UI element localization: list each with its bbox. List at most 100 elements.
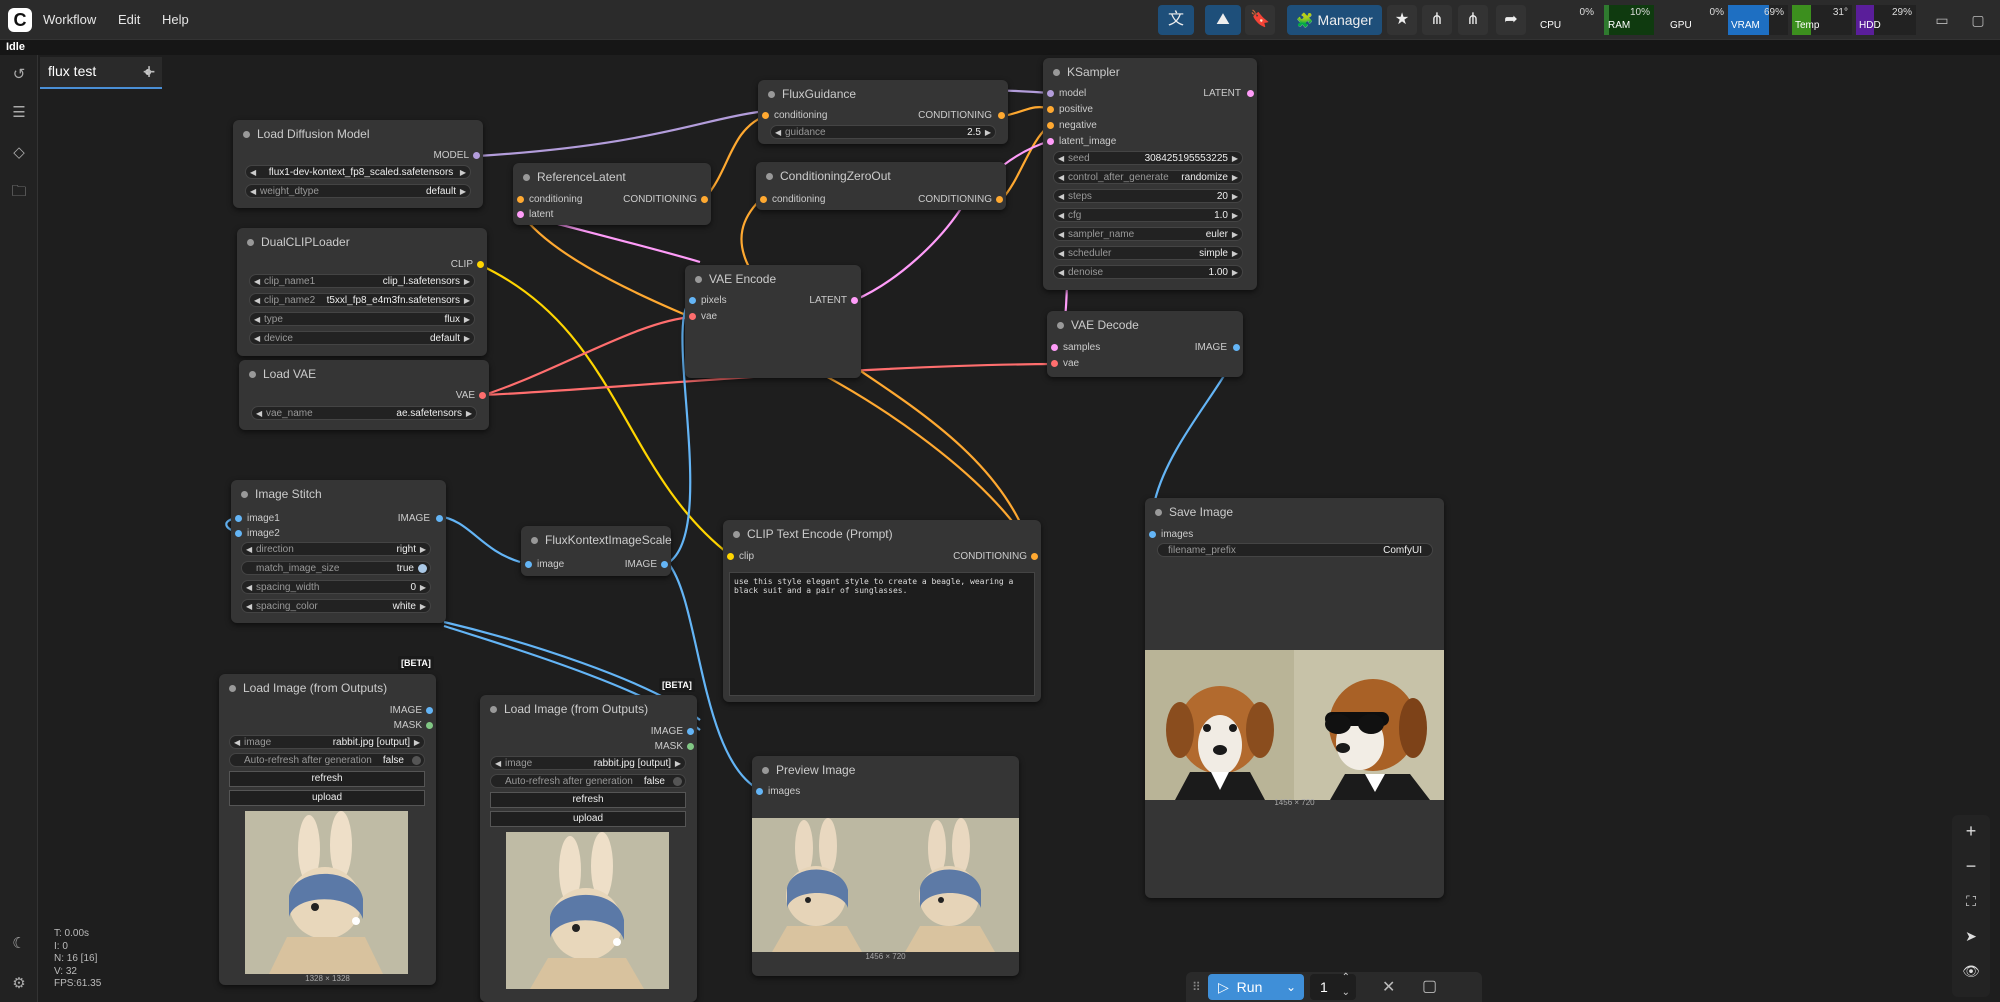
output-dot[interactable] xyxy=(436,515,443,522)
output-dot[interactable] xyxy=(426,707,433,714)
output-dot[interactable] xyxy=(851,297,858,304)
zoom-in-icon[interactable]: + xyxy=(1955,817,1987,845)
node-dual-clip-loader[interactable]: DualCLIPLoader CLIP ◀ clip_name1 clip_l.sa… xyxy=(237,228,487,356)
stop-square-icon[interactable]: ▢ xyxy=(1422,976,1437,996)
node-load-image-1[interactable]: Load Image (from Outputs) IMAGE MASK ◀ im… xyxy=(219,674,436,985)
output-dot[interactable] xyxy=(996,196,1003,203)
drag-handle-icon[interactable]: ⠿ xyxy=(1192,980,1201,994)
node-vae-encode[interactable]: VAE Encode pixels vae LATENT xyxy=(685,265,861,378)
node-clip-text-encode[interactable]: CLIP Text Encode (Prompt) clip CONDITION… xyxy=(723,520,1041,702)
node-save-image[interactable]: Save Image images filename_prefix ComfyUI… xyxy=(1145,498,1444,898)
widget-spacing-color[interactable]: ◀ spacing_color white ▶ xyxy=(241,599,431,613)
input-dot[interactable] xyxy=(1051,344,1058,351)
output-dot[interactable] xyxy=(479,392,486,399)
widget-unet-name[interactable]: ◀ flux1-dev-kontext_fp8_scaled.safetensor… xyxy=(245,165,471,179)
refresh-button[interactable]: refresh xyxy=(490,792,686,808)
output-dot[interactable] xyxy=(687,728,694,735)
output-dot[interactable] xyxy=(661,561,668,568)
node-flux-kontext-image-scale[interactable]: FluxKontextImageScale image IMAGE xyxy=(521,526,672,576)
input-dot[interactable] xyxy=(689,297,696,304)
input-dot[interactable] xyxy=(756,788,763,795)
upload-button[interactable]: upload xyxy=(229,790,425,806)
output-dot[interactable] xyxy=(1031,553,1038,560)
node-load-diffusion-model[interactable]: Load Diffusion Model MODEL ◀ flux1-dev-ko… xyxy=(233,120,483,208)
input-dot[interactable] xyxy=(760,196,767,203)
widget-sampler-name[interactable]: ◀ sampler_name euler ▶ xyxy=(1053,227,1243,241)
input-dot[interactable] xyxy=(1047,122,1054,129)
decrement-icon[interactable]: ⌄ xyxy=(1342,987,1350,998)
widget-denoise[interactable]: ◀ denoise 1.00 ▶ xyxy=(1053,265,1243,279)
cancel-icon[interactable]: ✕ xyxy=(1382,977,1395,997)
perf-stats: T: 0.00s I: 0 N: 16 [16] V: 32 FPS:61.35 xyxy=(54,928,101,991)
widget-weight-dtype[interactable]: ◀ weight_dtype default ▶ xyxy=(245,184,471,198)
loaded-image-rabbit[interactable] xyxy=(506,832,669,989)
node-reference-latent[interactable]: ReferenceLatent conditioning latent COND… xyxy=(513,163,711,225)
input-dot[interactable] xyxy=(1047,106,1054,113)
input-dot[interactable] xyxy=(525,561,532,568)
node-vae-decode[interactable]: VAE Decode samples vae IMAGE xyxy=(1047,311,1243,377)
input-dot[interactable] xyxy=(235,530,242,537)
toggle-links-eye-icon[interactable]: 👁 xyxy=(1955,957,1987,985)
widget-type[interactable]: ◀ type flux ▶ xyxy=(249,312,475,326)
widget-cfg[interactable]: ◀ cfg 1.0 ▶ xyxy=(1053,208,1243,222)
input-dot[interactable] xyxy=(1149,531,1156,538)
batch-count-input[interactable]: 1 ⌃ ⌄ xyxy=(1310,972,1356,1000)
node-title: ReferenceLatent xyxy=(513,163,711,191)
node-title: Preview Image xyxy=(752,756,1019,784)
widget-auto-refresh[interactable]: Auto-refresh after generation false xyxy=(229,753,425,767)
output-image-beagles[interactable] xyxy=(1145,650,1444,800)
widget-control-after-generate[interactable]: ◀ control_after_generate randomize ▶ xyxy=(1053,170,1243,184)
loaded-image-rabbit[interactable] xyxy=(245,811,408,974)
widget-vae-name[interactable]: ◀ vae_name ae.safetensors ▶ xyxy=(251,406,477,420)
node-flux-guidance[interactable]: FluxGuidance conditioning CONDITIONING ◀… xyxy=(758,80,1008,144)
input-dot[interactable] xyxy=(235,515,242,522)
widget-auto-refresh[interactable]: Auto-refresh after generation false xyxy=(490,774,686,788)
run-options-chevron-down-icon[interactable]: ⌄ xyxy=(1278,974,1304,1000)
widget-image-select[interactable]: ◀ image rabbit.jpg [output] ▶ xyxy=(229,735,425,749)
prompt-text-area[interactable]: use this style elegant style to create a… xyxy=(729,572,1035,696)
widget-steps[interactable]: ◀ steps 20 ▶ xyxy=(1053,189,1243,203)
widget-clip-name2[interactable]: ◀ clip_name2 t5xxl_fp8_e4m3fn.safetensors ▶ xyxy=(249,293,475,307)
image-dimensions: 1456 × 720 xyxy=(865,952,906,961)
node-image-stitch[interactable]: Image Stitch image1 image2 IMAGE ◀ direct… xyxy=(231,480,446,623)
input-dot[interactable] xyxy=(517,211,524,218)
output-dot[interactable] xyxy=(998,112,1005,119)
input-dot[interactable] xyxy=(727,553,734,560)
widget-device[interactable]: ◀ device default ▶ xyxy=(249,331,475,345)
widget-direction[interactable]: ◀ direction right ▶ xyxy=(241,542,431,556)
node-load-vae[interactable]: Load VAE VAE ◀ vae_name ae.safetensors ▶ xyxy=(239,360,489,430)
widget-scheduler[interactable]: ◀ scheduler simple ▶ xyxy=(1053,246,1243,260)
input-dot[interactable] xyxy=(689,313,696,320)
run-button[interactable]: ▷ Run xyxy=(1208,974,1278,1000)
output-dot[interactable] xyxy=(426,722,433,729)
widget-filename-prefix[interactable]: filename_prefix ComfyUI xyxy=(1157,543,1433,557)
upload-button[interactable]: upload xyxy=(490,811,686,827)
widget-seed[interactable]: ◀ seed 308425195553225 ▶ xyxy=(1053,151,1243,165)
input-dot[interactable] xyxy=(517,196,524,203)
widget-match-image-size[interactable]: match_image_size true xyxy=(241,561,431,575)
zoom-out-icon[interactable]: − xyxy=(1955,852,1987,880)
refresh-button[interactable]: refresh xyxy=(229,771,425,787)
output-dot[interactable] xyxy=(473,152,480,159)
input-dot[interactable] xyxy=(1051,360,1058,367)
node-preview-image[interactable]: Preview Image images 1456 × 720 xyxy=(752,756,1019,976)
output-dot[interactable] xyxy=(687,743,694,750)
widget-clip-name1[interactable]: ◀ clip_name1 clip_l.safetensors ▶ xyxy=(249,274,475,288)
output-dot[interactable] xyxy=(1247,90,1254,97)
output-dot[interactable] xyxy=(1233,344,1240,351)
node-load-image-2[interactable]: Load Image (from Outputs) IMAGE MASK ◀ im… xyxy=(480,695,697,1002)
increment-icon[interactable]: ⌃ xyxy=(1342,972,1350,983)
fit-view-icon[interactable]: ⛶ xyxy=(1955,887,1987,915)
output-dot[interactable] xyxy=(477,261,484,268)
select-mode-icon[interactable]: ➤ xyxy=(1955,922,1987,950)
node-conditioning-zero-out[interactable]: ConditioningZeroOut conditioning CONDITI… xyxy=(756,162,1006,210)
widget-spacing-width[interactable]: ◀ spacing_width 0 ▶ xyxy=(241,580,431,594)
input-dot[interactable] xyxy=(762,112,769,119)
input-dot[interactable] xyxy=(1047,90,1054,97)
widget-guidance[interactable]: ◀ guidance 2.5 ▶ xyxy=(770,125,996,139)
output-dot[interactable] xyxy=(701,196,708,203)
preview-image-rabbits[interactable] xyxy=(752,818,1019,952)
node-ksampler[interactable]: KSampler model positive negative latent_… xyxy=(1043,58,1257,290)
input-dot[interactable] xyxy=(1047,138,1054,145)
widget-image-select[interactable]: ◀ image rabbit.jpg [output] ▶ xyxy=(490,756,686,770)
